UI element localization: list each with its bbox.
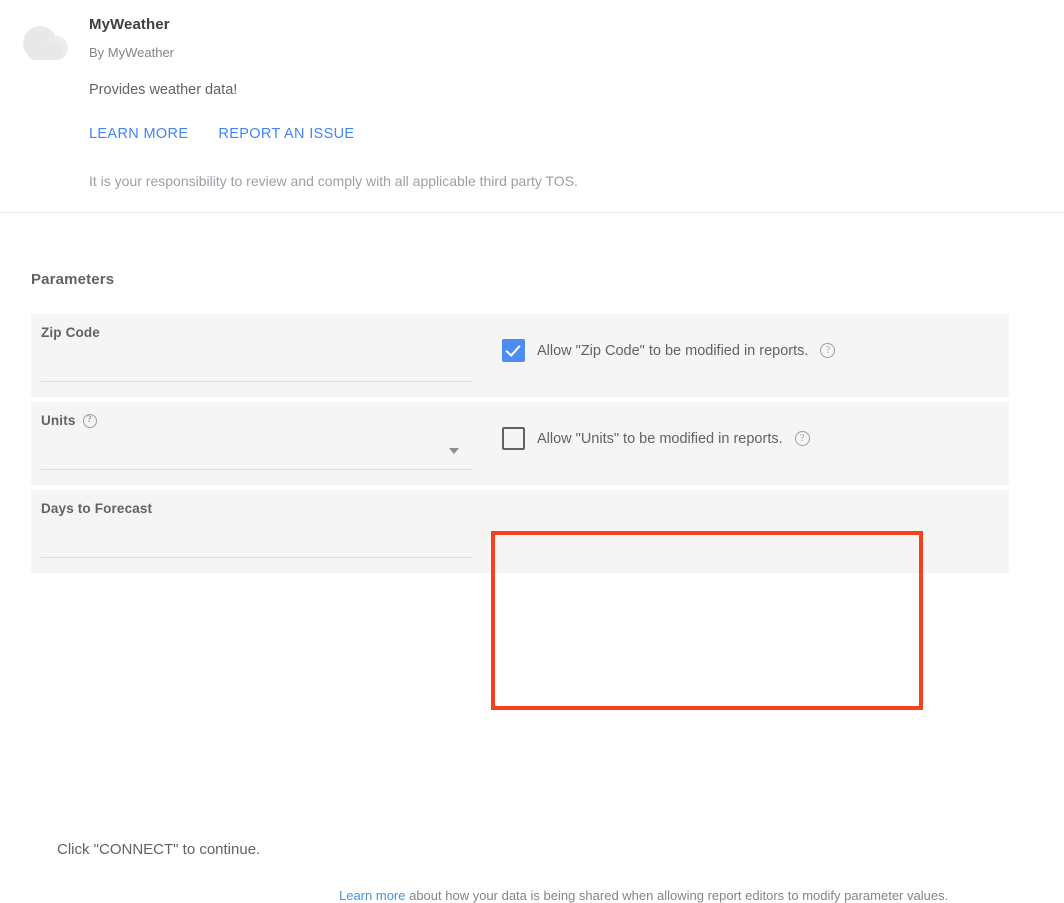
parameter-allow-days-to-forecast bbox=[473, 490, 1009, 573]
units-select[interactable] bbox=[41, 469, 472, 470]
help-circle-icon[interactable]: ? bbox=[795, 431, 810, 446]
learn-more-link[interactable]: LEARN MORE bbox=[89, 126, 188, 142]
parameter-label-units: Units ? bbox=[41, 413, 97, 428]
parameters-heading: Parameters bbox=[31, 271, 114, 288]
cloud-icon bbox=[21, 21, 73, 69]
parameter-rows: Zip Code Allow "Zip Code" to be modified… bbox=[31, 314, 1009, 578]
parameter-field-units: Units ? bbox=[31, 402, 473, 485]
allow-modify-units-label: Allow "Units" to be modified in reports. bbox=[537, 431, 783, 447]
parameter-field-days-to-forecast: Days to Forecast bbox=[31, 490, 473, 573]
allow-modify-zip-code-row[interactable]: Allow "Zip Code" to be modified in repor… bbox=[502, 339, 835, 362]
parameter-row-zip-code: Zip Code Allow "Zip Code" to be modified… bbox=[31, 314, 1009, 397]
cloud-base bbox=[27, 43, 63, 60]
connector-title: MyWeather bbox=[89, 16, 170, 33]
data-sharing-note-text: about how your data is being shared when… bbox=[405, 888, 948, 903]
parameter-label-text: Units bbox=[41, 413, 76, 428]
units-dropdown-arrow-icon[interactable] bbox=[449, 448, 459, 454]
connector-header: MyWeather By MyWeather Provides weather … bbox=[0, 0, 1064, 213]
connector-logo bbox=[21, 21, 73, 69]
help-circle-icon[interactable]: ? bbox=[820, 343, 835, 358]
days-to-forecast-input[interactable] bbox=[41, 557, 472, 558]
parameter-label-text: Days to Forecast bbox=[41, 501, 152, 516]
parameter-row-days-to-forecast: Days to Forecast bbox=[31, 490, 1009, 573]
allow-modify-zip-code-label: Allow "Zip Code" to be modified in repor… bbox=[537, 343, 808, 359]
parameter-row-units: Units ? Allow "Units" to be modified in … bbox=[31, 402, 1009, 485]
third-party-tos-disclaimer: It is your responsibility to review and … bbox=[89, 173, 578, 189]
allow-modify-units-checkbox[interactable] bbox=[502, 427, 525, 450]
data-sharing-note: Learn more about how your data is being … bbox=[339, 888, 948, 903]
connect-hint-text: Click "CONNECT" to continue. bbox=[57, 841, 260, 858]
parameter-label-text: Zip Code bbox=[41, 325, 100, 340]
parameter-allow-zip-code: Allow "Zip Code" to be modified in repor… bbox=[473, 314, 1009, 397]
parameter-label-zip-code: Zip Code bbox=[41, 325, 100, 340]
parameter-field-zip-code: Zip Code bbox=[31, 314, 473, 397]
connector-author: By MyWeather bbox=[89, 45, 174, 60]
learn-more-data-sharing-link[interactable]: Learn more bbox=[339, 888, 405, 903]
connector-links: LEARN MORE REPORT AN ISSUE bbox=[89, 126, 354, 142]
allow-modify-zip-code-checkbox[interactable] bbox=[502, 339, 525, 362]
report-an-issue-link[interactable]: REPORT AN ISSUE bbox=[218, 126, 354, 142]
allow-modify-units-row[interactable]: Allow "Units" to be modified in reports.… bbox=[502, 427, 810, 450]
parameter-label-days-to-forecast: Days to Forecast bbox=[41, 501, 152, 516]
connector-description: Provides weather data! bbox=[89, 82, 237, 98]
zip-code-input[interactable] bbox=[41, 381, 472, 382]
parameter-allow-units: Allow "Units" to be modified in reports.… bbox=[473, 402, 1009, 485]
help-circle-icon[interactable]: ? bbox=[83, 414, 97, 428]
